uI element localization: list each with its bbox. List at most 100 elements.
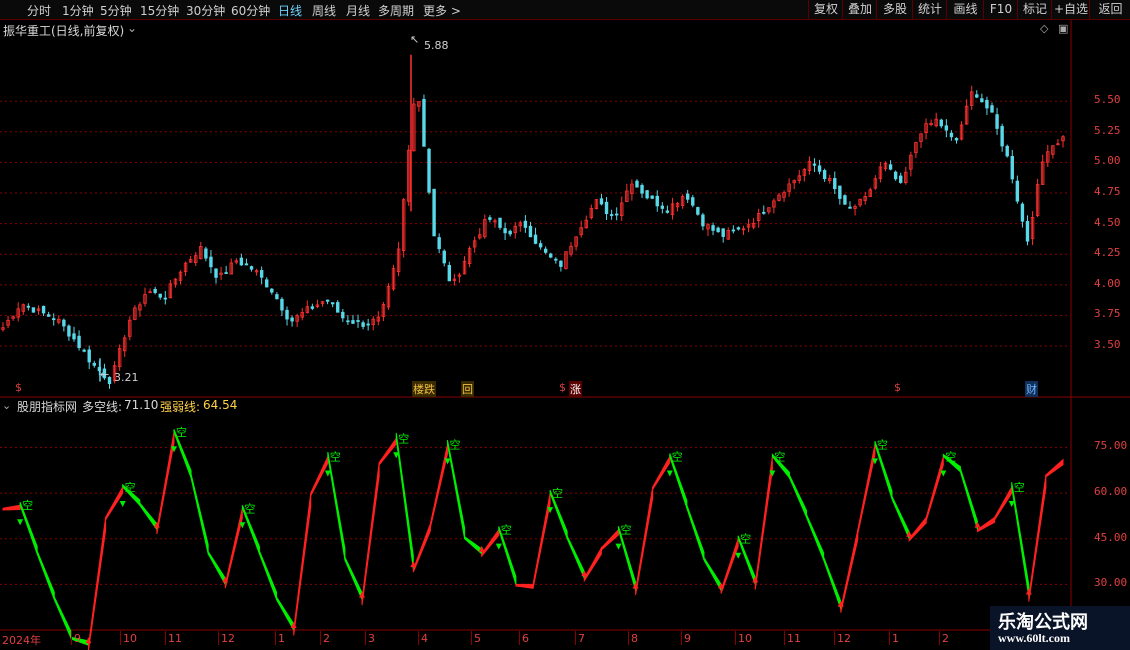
watermark-url: www.60lt.com [998, 631, 1070, 645]
toolbar-button-7[interactable]: +自选 [1051, 0, 1090, 19]
toolbar-button-6[interactable]: 标记 [1017, 0, 1052, 19]
date-axis-label: 10 [738, 632, 752, 645]
candle [767, 207, 771, 215]
candle [285, 306, 289, 326]
date-axis-label: 11 [168, 632, 182, 645]
period-tab-0[interactable]: 分时 [27, 2, 51, 19]
candle [1005, 144, 1009, 158]
candle [833, 171, 837, 195]
candle [564, 251, 568, 270]
panel-toggle-icon[interactable]: ▣ [1058, 22, 1068, 35]
candle [802, 168, 807, 182]
title-chevron-icon[interactable]: ⌄ [127, 21, 137, 35]
down-arrow-icon [666, 470, 673, 477]
candle [67, 324, 71, 341]
down-arrow-icon [119, 500, 126, 507]
toolbar-button-0[interactable]: 复权 [808, 0, 843, 19]
event-marker[interactable]: 楼跌 [412, 381, 436, 397]
period-tab-6[interactable]: 日线 [278, 2, 302, 19]
candle [787, 178, 791, 197]
bear-segment [36, 550, 55, 600]
indicator-axis-label: 60.00 [1094, 485, 1128, 499]
event-marker[interactable]: 回 [461, 381, 474, 397]
bear-segment [447, 439, 466, 539]
period-tab-5[interactable]: 60分钟 [231, 2, 270, 19]
candle [31, 307, 36, 313]
indicator-axis-label: 75.00 [1094, 439, 1128, 453]
candle [858, 198, 862, 208]
event-marker[interactable]: 财 [1025, 381, 1038, 397]
event-marker[interactable]: $ [893, 381, 902, 394]
toolbar-button-1[interactable]: 叠加 [842, 0, 877, 19]
period-tab-2[interactable]: 5分钟 [100, 2, 132, 19]
period-tab-10[interactable]: 更多 > [423, 2, 461, 19]
bull-segment [2, 504, 21, 511]
short-signal-label: 空 [22, 498, 33, 512]
diamond-icon[interactable]: ◇ [1040, 22, 1048, 35]
candle [183, 261, 188, 276]
bear-segment [566, 535, 585, 579]
candle [696, 206, 700, 216]
candle [52, 313, 56, 326]
candle [599, 193, 604, 206]
indicator-series: 空空空空空空 空空空空空空空空空空 [2, 425, 1064, 650]
candle [1051, 145, 1055, 159]
bull-segment [105, 485, 124, 522]
candle [584, 215, 588, 229]
bear-segment [788, 474, 808, 518]
bull-segment [361, 462, 380, 606]
date-axis-label: 1 [278, 632, 285, 645]
period-tab-3[interactable]: 15分钟 [140, 2, 179, 19]
bear-segment [806, 514, 825, 561]
candle [6, 315, 10, 329]
down-arrow-icon [324, 470, 331, 477]
date-axis-label: 12 [221, 632, 235, 645]
date-tick [889, 631, 890, 645]
toolbar-button-3[interactable]: 统计 [912, 0, 947, 19]
candle [483, 214, 487, 239]
candle [1000, 123, 1004, 152]
candle [462, 256, 467, 275]
bull-segment [310, 456, 329, 496]
candle [336, 300, 340, 313]
event-marker[interactable]: 涨 [569, 381, 582, 397]
toolbar-button-4[interactable]: 画线 [946, 0, 984, 19]
period-tab-4[interactable]: 30分钟 [186, 2, 225, 19]
bull-segment [481, 528, 500, 558]
period-tab-1[interactable]: 1分钟 [62, 2, 94, 19]
candle [797, 169, 801, 184]
candle [437, 233, 441, 254]
candle [604, 197, 609, 221]
indicator-chevron-icon[interactable]: ⌄ [2, 399, 11, 412]
date-tick [275, 631, 276, 645]
candle [478, 228, 482, 240]
bear-segment [327, 451, 346, 561]
period-tab-7[interactable]: 周线 [312, 2, 336, 19]
period-tab-8[interactable]: 月线 [346, 2, 370, 19]
bear-segment [891, 496, 910, 539]
candle [756, 208, 761, 228]
bull-segment [720, 538, 739, 594]
candle [77, 330, 81, 351]
bull-segment [977, 516, 996, 533]
toolbar-button-5[interactable]: F10 [983, 0, 1018, 19]
candle [670, 197, 675, 220]
toolbar-button-2[interactable]: 多股 [876, 0, 913, 19]
event-marker[interactable]: $ [14, 381, 23, 394]
candle [848, 201, 852, 209]
candle [163, 290, 167, 305]
candle [265, 277, 269, 288]
candle [351, 314, 355, 324]
event-marker[interactable]: $ [558, 381, 567, 394]
bull-segment [635, 486, 654, 596]
candle [488, 215, 492, 223]
candle [954, 137, 959, 144]
down-arrow-icon [940, 470, 947, 477]
candle [82, 348, 86, 353]
candle [523, 215, 528, 233]
toolbar-button-8[interactable]: 返回 [1089, 0, 1130, 19]
period-tab-9[interactable]: 多周期 [378, 2, 414, 19]
bull-segment [600, 528, 619, 552]
candle [665, 205, 670, 214]
candle [330, 302, 335, 308]
